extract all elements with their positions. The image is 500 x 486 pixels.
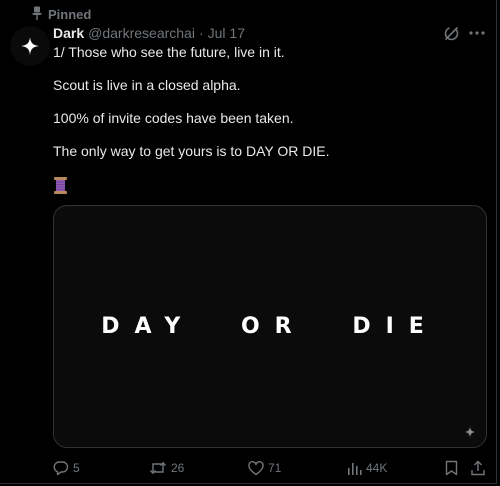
user-handle[interactable]: @darkresearchai xyxy=(88,25,195,41)
tweet-card[interactable]: Pinned Dark @darkresearchai · Jul 17 1/ … xyxy=(0,0,497,484)
like-button[interactable]: 71 xyxy=(248,458,281,478)
tweet-paragraph: 100% of invite codes have been taken. xyxy=(53,110,294,126)
views-count: 44K xyxy=(366,461,388,475)
tweet-header: Dark @darkresearchai · Jul 17 xyxy=(53,25,245,41)
more-options-icon[interactable] xyxy=(468,24,486,42)
pinned-label: Pinned xyxy=(48,6,92,22)
repost-icon xyxy=(149,460,167,476)
share-button[interactable] xyxy=(471,458,485,478)
tweet-paragraph: The only way to get yours is to DAY OR D… xyxy=(53,143,330,159)
tweet-paragraph: 1/ Those who see the future, live in it. xyxy=(53,44,285,60)
action-bar: 5 26 71 44K xyxy=(53,458,485,478)
sparkle-icon xyxy=(464,425,476,438)
header-actions xyxy=(442,24,486,42)
bookmark-button[interactable] xyxy=(445,458,458,478)
grok-icon[interactable] xyxy=(442,24,460,42)
display-name[interactable]: Dark xyxy=(53,25,84,41)
thread-spool-icon xyxy=(54,177,67,194)
bookmark-icon xyxy=(445,460,458,476)
media-image[interactable]: DAY OR DIE xyxy=(53,205,487,448)
views-icon xyxy=(347,461,362,476)
reply-icon xyxy=(53,460,69,476)
share-icon xyxy=(471,460,485,476)
heart-icon xyxy=(248,460,264,476)
media-title: DAY OR DIE xyxy=(54,314,486,339)
separator-dot: · xyxy=(198,25,204,41)
avatar[interactable] xyxy=(10,26,50,66)
tweet-paragraph: Scout is live in a closed alpha. xyxy=(53,77,241,93)
tweet-date[interactable]: Jul 17 xyxy=(208,25,245,41)
pin-icon xyxy=(31,6,45,20)
tweet-text: 1/ Those who see the future, live in it.… xyxy=(53,43,483,161)
media-word-die: DIE xyxy=(352,314,439,339)
star-logo-icon xyxy=(21,37,39,55)
media-word-or: OR xyxy=(240,314,307,339)
like-count: 71 xyxy=(268,461,282,475)
reply-button[interactable]: 5 xyxy=(53,458,80,478)
reply-count: 5 xyxy=(73,461,80,475)
media-word-day: DAY xyxy=(101,314,196,339)
views-button[interactable]: 44K xyxy=(347,458,387,478)
repost-count: 26 xyxy=(171,461,185,475)
repost-button[interactable]: 26 xyxy=(149,458,184,478)
